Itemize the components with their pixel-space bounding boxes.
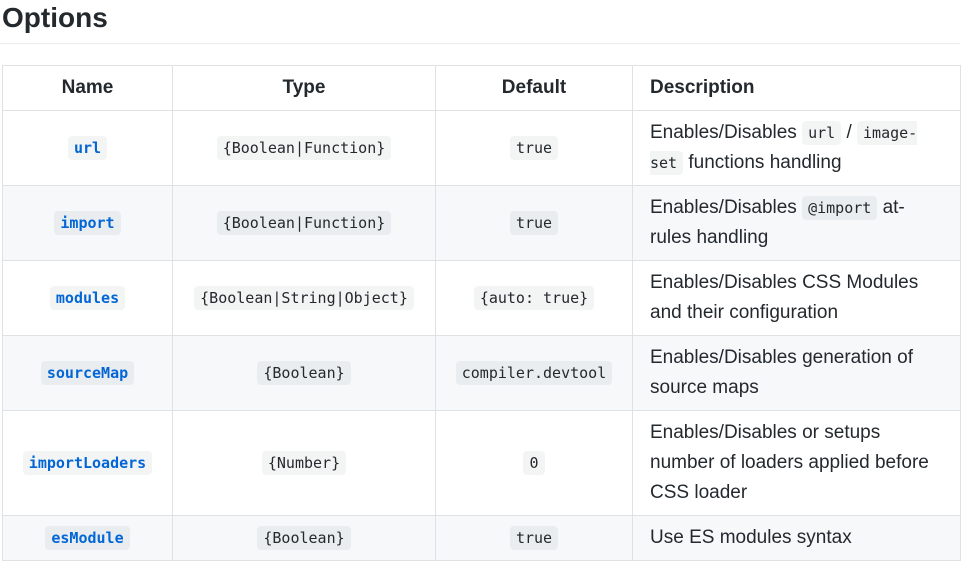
option-name-cell: importLoaders [2,410,173,516]
option-name-cell: esModule [2,515,173,561]
table-row: importLoaders {Number} 0 Enables/Disable… [2,410,961,516]
option-name-link[interactable]: import [54,211,121,235]
option-type-cell: {Boolean} [172,515,436,561]
table-row: esModule {Boolean} true Use ES modules s… [2,515,961,561]
column-header-name: Name [2,65,173,111]
option-description-cell: Enables/Disables @import at-rules handli… [632,185,961,261]
option-description-cell: Enables/Disables CSS Modules and their c… [632,260,961,336]
page-heading: Options [0,0,960,44]
option-name-cell: sourceMap [2,335,173,411]
option-name-link[interactable]: importLoaders [22,451,153,475]
option-name-link[interactable]: esModule [45,526,130,550]
option-default-cell: true [435,110,633,186]
option-default-cell: compiler.devtool [435,335,633,411]
option-name-cell: import [2,185,173,261]
table-row: import {Boolean|Function} true Enables/D… [2,185,961,261]
option-description-cell: Enables/Disables generation of source ma… [632,335,961,411]
option-name-cell: url [2,110,173,186]
option-name-link[interactable]: modules [49,286,126,310]
option-default-cell: {auto: true} [435,260,633,336]
option-description-cell: Use ES modules syntax [632,515,961,561]
option-type-cell: {Boolean} [172,335,436,411]
column-header-type: Type [172,65,436,111]
option-type-cell: {Boolean|Function} [172,185,436,261]
option-default-cell: true [435,185,633,261]
table-header-row: Name Type Default Description [2,65,961,111]
option-name-cell: modules [2,260,173,336]
option-description-cell: Enables/Disables url / image-set functio… [632,110,961,186]
option-name-link[interactable]: url [67,136,108,160]
table-row: sourceMap {Boolean} compiler.devtool Ena… [2,335,961,411]
options-table: Name Type Default Description url {Boole… [2,65,961,561]
option-description-cell: Enables/Disables or setups number of loa… [632,410,961,516]
option-type-cell: {Boolean|Function} [172,110,436,186]
table-row: url {Boolean|Function} true Enables/Disa… [2,110,961,186]
column-header-description: Description [632,65,961,111]
option-default-cell: true [435,515,633,561]
option-type-cell: {Number} [172,410,436,516]
column-header-default: Default [435,65,633,111]
option-default-cell: 0 [435,410,633,516]
option-name-link[interactable]: sourceMap [40,361,135,385]
table-row: modules {Boolean|String|Object} {auto: t… [2,260,961,336]
option-type-cell: {Boolean|String|Object} [172,260,436,336]
